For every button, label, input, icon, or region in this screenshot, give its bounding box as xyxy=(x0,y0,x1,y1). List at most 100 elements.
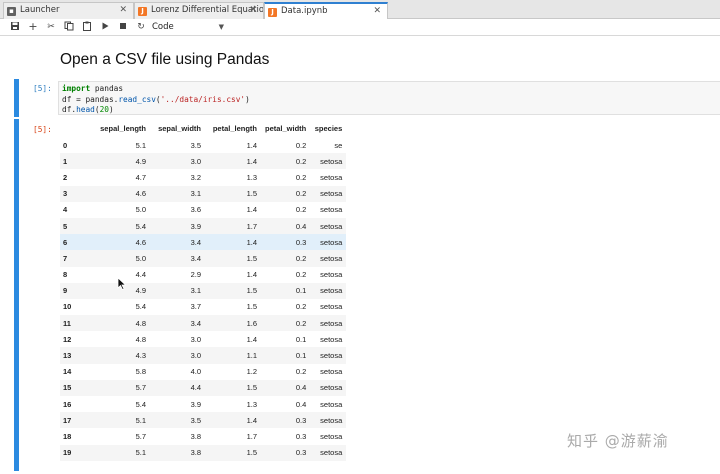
table-row: 15 5.7 4.4 1.5 0.4 setosa xyxy=(60,379,347,396)
table-cell: 5.1 xyxy=(135,140,146,150)
table-row: 17 5.1 3.5 1.4 0.3 setosa xyxy=(60,412,347,429)
table-cell: 4.8 xyxy=(135,318,146,328)
table-cell: 1.1 xyxy=(246,351,257,361)
stop-icon[interactable] xyxy=(117,21,129,33)
row-index: 11 xyxy=(63,318,71,328)
cell-type-value: Code xyxy=(152,22,174,32)
table-cell: 3.8 xyxy=(190,448,201,458)
table-row: 9 4.9 3.1 1.5 0.1 setosa xyxy=(60,282,347,299)
table-row: 18 5.7 3.8 1.7 0.3 setosa xyxy=(60,428,347,445)
table-cell: 1.4 xyxy=(246,156,257,166)
table-cell: 1.5 xyxy=(246,302,257,312)
close-icon[interactable]: ✕ xyxy=(373,4,381,18)
markdown-heading: Open a CSV file using Pandas xyxy=(60,51,270,68)
table-cell: setosa xyxy=(320,172,343,182)
row-index: 8 xyxy=(63,270,68,280)
table-row: 16 5.4 3.9 1.3 0.4 setosa xyxy=(60,396,347,413)
markdown-cell[interactable]: Open a CSV file using Pandas xyxy=(60,51,269,69)
table-cell: 3.0 xyxy=(190,334,201,344)
restart-icon[interactable]: ↻ xyxy=(135,21,147,33)
table-cell: setosa xyxy=(320,253,343,263)
row-index: 1 xyxy=(63,156,68,166)
table-cell: 3.4 xyxy=(190,237,201,247)
table-cell: 3.9 xyxy=(190,221,201,231)
table-row: 12 4.8 3.0 1.4 0.1 setosa xyxy=(60,331,347,348)
table-row: 19 5.1 3.8 1.5 0.3 setosa xyxy=(60,444,347,461)
row-index: 12 xyxy=(63,334,72,344)
output-cell-indicator[interactable] xyxy=(14,119,19,471)
table-cell: 4.6 xyxy=(135,189,146,199)
code-editor[interactable]: import pandas df = pandas.read_csv('../d… xyxy=(58,81,720,115)
table-cell: 3.0 xyxy=(190,351,201,361)
table-cell: 1.3 xyxy=(246,399,257,409)
table-cell: setosa xyxy=(320,205,343,215)
run-icon[interactable] xyxy=(99,21,111,33)
cut-icon[interactable]: ✂ xyxy=(45,21,57,33)
dataframe-table: sepal_length sepal_width petal_length pe… xyxy=(60,119,347,461)
paste-icon[interactable] xyxy=(81,21,93,33)
table-cell: 4.6 xyxy=(135,237,146,247)
code-line: import pandas xyxy=(62,84,124,93)
table-cell: setosa xyxy=(320,431,343,441)
table-cell: 3.5 xyxy=(190,140,201,150)
table-cell: 1.4 xyxy=(246,205,257,215)
table-cell: 3.1 xyxy=(190,286,201,296)
table-cell: 3.6 xyxy=(190,205,201,215)
launcher-icon: ▪ xyxy=(7,7,16,16)
row-index: 15 xyxy=(63,383,72,393)
close-icon[interactable]: ✕ xyxy=(249,3,257,18)
table-cell: setosa xyxy=(320,334,343,344)
table-row: 11 4.8 3.4 1.6 0.2 setosa xyxy=(60,315,347,332)
table-cell: 5.7 xyxy=(135,383,146,393)
row-index: 18 xyxy=(63,431,72,441)
table-row: 5 5.4 3.9 1.7 0.4 setosa xyxy=(60,217,347,235)
copy-icon[interactable] xyxy=(63,21,75,33)
column-header: sepal_width xyxy=(158,123,201,133)
chevron-down-icon: ▼ xyxy=(218,23,224,31)
table-cell: 1.5 xyxy=(246,383,257,393)
code-line: df.head(20) xyxy=(62,105,114,114)
table-cell: 0.1 xyxy=(295,334,307,344)
table-cell: 5.4 xyxy=(135,221,146,231)
table-cell: 5.1 xyxy=(135,448,146,458)
table-cell: 4.7 xyxy=(135,172,146,182)
table-cell: 0.1 xyxy=(295,351,307,361)
table-cell: setosa xyxy=(320,221,343,231)
table-cell: 1.7 xyxy=(246,221,257,231)
cell-type-dropdown[interactable]: Code ▼ xyxy=(152,21,224,34)
table-row: 4 5.0 3.6 1.4 0.2 setosa xyxy=(60,201,347,218)
tab-label: Lorenz Differential Equatio xyxy=(151,5,264,15)
add-cell-icon[interactable]: + xyxy=(27,21,39,33)
table-body: 0 5.1 3.5 1.4 0.2 se 1 4.9 3.0 1.4 0.2 setosa 2 4.7 3.… xyxy=(60,137,347,461)
row-index: 0 xyxy=(63,140,68,150)
table-cell: 4.9 xyxy=(135,156,146,166)
row-index: 2 xyxy=(63,172,68,182)
table-cell: setosa xyxy=(320,270,343,280)
table-row: 2 4.7 3.2 1.3 0.2 setosa xyxy=(60,169,347,186)
tab-bar: ▪ Launcher ✕ J Lorenz Differential Equatio… xyxy=(0,0,720,20)
table-cell: 1.4 xyxy=(246,415,257,425)
table-row: 13 4.3 3.0 1.1 0.1 setosa xyxy=(60,347,347,364)
table-cell: setosa xyxy=(320,156,343,166)
tab-data-ipynb[interactable]: J Data.ipynb ✕ xyxy=(264,2,388,20)
table-cell: setosa xyxy=(320,286,343,296)
save-icon[interactable] xyxy=(9,21,21,33)
tab-launcher[interactable]: ▪ Launcher ✕ xyxy=(3,2,134,19)
row-index: 17 xyxy=(63,415,72,425)
table-cell: setosa xyxy=(320,302,343,312)
table-header-row: sepal_length sepal_width petal_length pe… xyxy=(60,119,346,137)
table-cell: setosa xyxy=(320,237,343,247)
table-cell: 0.3 xyxy=(295,431,307,441)
close-icon[interactable]: ✕ xyxy=(119,3,127,18)
tab-lorenz[interactable]: J Lorenz Differential Equatio ✕ xyxy=(134,2,264,19)
table-row: 0 5.1 3.5 1.4 0.2 se xyxy=(60,137,347,154)
column-header: sepal_length xyxy=(100,123,146,133)
table-cell: se xyxy=(334,140,343,150)
table-cell: 0.1 xyxy=(295,286,307,296)
table-cell: 3.4 xyxy=(190,253,201,263)
table-cell: 2.9 xyxy=(190,270,201,280)
row-index: 6 xyxy=(63,237,68,247)
table-cell: 5.0 xyxy=(135,253,146,263)
row-index: 14 xyxy=(63,367,72,377)
active-cell-indicator[interactable] xyxy=(14,79,19,117)
